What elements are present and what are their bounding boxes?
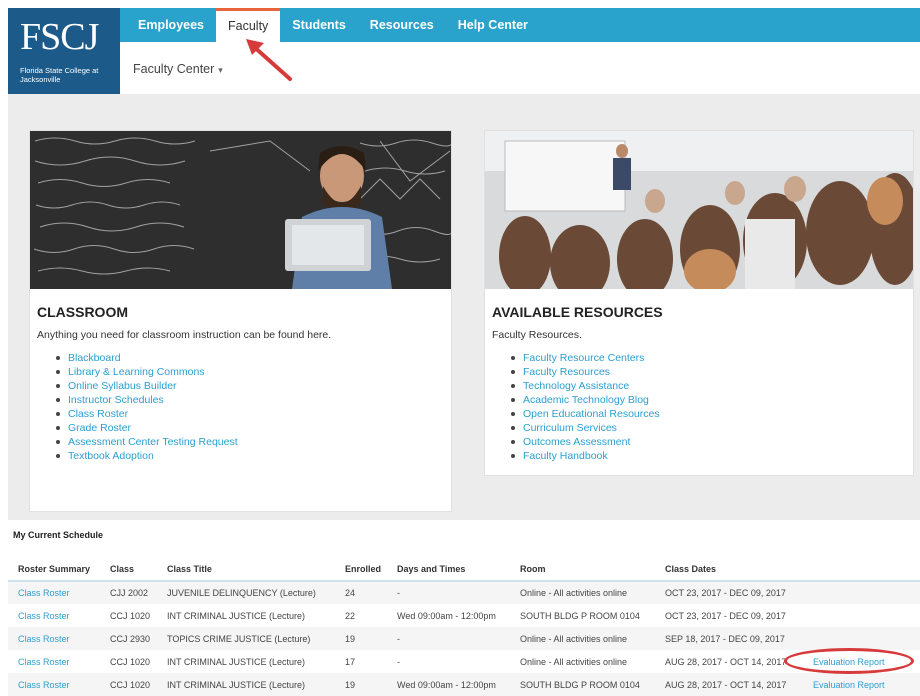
link-outcomes-assessment[interactable]: Outcomes Assessment <box>510 435 660 449</box>
classroom-title: CLASSROOM <box>37 304 128 320</box>
faculty-center-menu[interactable]: Faculty Center ▾ <box>133 62 223 76</box>
classroom-card: CLASSROOM Anything you need for classroo… <box>29 130 452 512</box>
cell-class: CCJ 2930 <box>100 627 157 650</box>
table-row: Class Roster CJJ 2002 JUVENILE DELINQUEN… <box>8 581 920 604</box>
classroom-description: Anything you need for classroom instruct… <box>37 329 332 341</box>
cell-class-title: JUVENILE DELINQUENCY (Lecture) <box>157 581 335 604</box>
current-schedule-panel: My Current Schedule Roster Summary Class… <box>8 520 920 696</box>
cell-room: SOUTH BLDG P ROOM 0104 <box>510 673 655 696</box>
col-days-and-times: Days and Times <box>387 558 510 582</box>
resources-description: Faculty Resources. <box>492 329 582 341</box>
cell-class-title: INT CRIMINAL JUSTICE (Lecture) <box>157 673 335 696</box>
cell-class-dates: AUG 28, 2017 - OCT 14, 2017 <box>665 656 787 667</box>
link-grade-roster[interactable]: Grade Roster <box>55 421 238 435</box>
link-class-roster[interactable]: Class Roster <box>55 407 238 421</box>
resources-image <box>485 131 913 289</box>
caret-down-icon: ▾ <box>218 65 223 75</box>
class-roster-link[interactable]: Class Roster <box>8 627 100 650</box>
logo-subtitle: Florida State College at Jacksonville <box>20 66 99 84</box>
link-curriculum-services[interactable]: Curriculum Services <box>510 421 660 435</box>
class-roster-link[interactable]: Class Roster <box>8 581 100 604</box>
col-roster-summary: Roster Summary <box>8 558 100 582</box>
nav-help-center[interactable]: Help Center <box>446 8 540 42</box>
cell-enrolled: 22 <box>345 610 356 621</box>
link-textbook-adoption[interactable]: Textbook Adoption <box>55 449 238 463</box>
cell-class-title: TOPICS CRIME JUSTICE (Lecture) <box>157 627 335 650</box>
col-class-title: Class Title <box>157 558 335 582</box>
cell-days-times: - <box>387 581 510 604</box>
link-faculty-resources[interactable]: Faculty Resources <box>510 365 660 379</box>
classroom-links: Blackboard Library & Learning Commons On… <box>55 351 238 463</box>
cell-enrolled: 24 <box>335 581 387 604</box>
classroom-image <box>30 131 451 289</box>
nav-resources[interactable]: Resources <box>358 8 446 42</box>
link-open-educational-resources[interactable]: Open Educational Resources <box>510 407 660 421</box>
cell-room: Online - All activities online <box>510 627 655 650</box>
col-evaluation <box>803 558 920 582</box>
table-row: Class Roster CCJ 1020 INT CRIMINAL JUSTI… <box>8 604 920 627</box>
class-roster-link[interactable]: Class Roster <box>8 604 100 627</box>
schedule-header-row: Roster Summary Class Class Title Enrolle… <box>8 558 920 582</box>
cell-enrolled: 19 <box>335 627 387 650</box>
red-arrow-annotation <box>246 39 292 81</box>
cell-room: Online - All activities online <box>510 581 655 604</box>
cell-room: Online - All activities online <box>520 656 628 667</box>
col-enrolled: Enrolled <box>335 558 387 582</box>
table-row: Class Roster CCJ 1020 INT CRIMINAL JUSTI… <box>8 673 920 696</box>
col-room: Room <box>510 558 655 582</box>
sub-navigation: Faculty Center ▾ <box>120 42 920 94</box>
resources-title: AVAILABLE RESOURCES <box>492 304 663 320</box>
link-blackboard[interactable]: Blackboard <box>55 351 238 365</box>
cell-days-times: - <box>397 656 400 667</box>
cell-class-title: INT CRIMINAL JUSTICE (Lecture) <box>167 656 306 667</box>
link-library-learning-commons[interactable]: Library & Learning Commons <box>55 365 238 379</box>
evaluation-report-link[interactable] <box>803 604 920 627</box>
schedule-table: Roster Summary Class Class Title Enrolle… <box>8 558 920 696</box>
faculty-portal-page: FSCJ Florida State College at Jacksonvil… <box>8 8 920 696</box>
cell-class: CJJ 2002 <box>100 581 157 604</box>
top-navigation: Employees Faculty Students Resources Hel… <box>120 8 920 42</box>
red-circle-annotation <box>784 648 914 674</box>
cell-room: SOUTH BLDG P ROOM 0104 <box>520 610 640 621</box>
cell-class-dates: AUG 28, 2017 - OCT 14, 2017 <box>655 673 803 696</box>
cell-enrolled: 17 <box>345 656 356 667</box>
schedule-title: My Current Schedule <box>13 530 104 540</box>
cell-class-title: INT CRIMINAL JUSTICE (Lecture) <box>167 610 306 621</box>
fscj-logo[interactable]: FSCJ Florida State College at Jacksonvil… <box>8 8 120 94</box>
link-instructor-schedules[interactable]: Instructor Schedules <box>55 393 238 407</box>
cell-days-times: - <box>387 627 510 650</box>
evaluation-report-link[interactable] <box>803 627 920 650</box>
link-academic-technology-blog[interactable]: Academic Technology Blog <box>510 393 660 407</box>
faculty-center-label: Faculty Center <box>133 62 215 76</box>
col-class-dates: Class Dates <box>655 558 803 582</box>
class-roster-link[interactable]: Class Roster <box>8 673 100 696</box>
link-faculty-handbook[interactable]: Faculty Handbook <box>510 449 660 463</box>
table-row: Class Roster CCJ 2930 TOPICS CRIME JUSTI… <box>8 627 920 650</box>
col-class: Class <box>100 558 157 582</box>
evaluation-report-link[interactable] <box>803 581 920 604</box>
link-technology-assistance[interactable]: Technology Assistance <box>510 379 660 393</box>
cell-class: CCJ 1020 <box>110 656 151 667</box>
cell-days-times: Wed 09:00am - 12:00pm <box>397 610 496 621</box>
cell-class-dates: OCT 23, 2017 - DEC 09, 2017 <box>665 610 786 621</box>
cell-class: CCJ 1020 <box>110 610 151 621</box>
cell-class-dates: OCT 23, 2017 - DEC 09, 2017 <box>655 581 803 604</box>
cell-days-times: Wed 09:00am - 12:00pm <box>387 673 510 696</box>
link-faculty-resource-centers[interactable]: Faculty Resource Centers <box>510 351 660 365</box>
resources-card: AVAILABLE RESOURCES Faculty Resources. F… <box>484 130 914 476</box>
cell-enrolled: 19 <box>335 673 387 696</box>
nav-employees[interactable]: Employees <box>126 8 216 42</box>
link-online-syllabus-builder[interactable]: Online Syllabus Builder <box>55 379 238 393</box>
logo-mark: FSCJ <box>20 16 99 58</box>
link-assessment-center[interactable]: Assessment Center Testing Request <box>55 435 238 449</box>
cell-class: CCJ 1020 <box>100 673 157 696</box>
evaluation-report-link[interactable]: Evaluation Report <box>803 673 920 696</box>
cell-class-dates: SEP 18, 2017 - DEC 09, 2017 <box>655 627 803 650</box>
resources-links: Faculty Resource Centers Faculty Resourc… <box>510 351 660 463</box>
class-roster-link[interactable]: Class Roster <box>8 650 100 673</box>
